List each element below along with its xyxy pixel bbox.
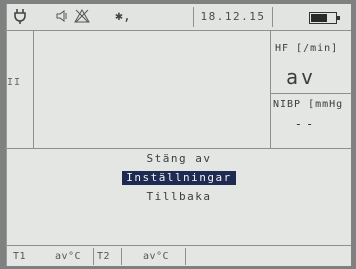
alarm-off-icon	[73, 8, 91, 24]
menu-area: Stäng av Inställningar Tillbaka	[7, 148, 351, 246]
date-display: 18.12.15	[193, 7, 273, 27]
lead-column: II	[7, 31, 34, 148]
t2-label: T2	[97, 251, 111, 262]
battery-level	[311, 14, 327, 22]
menu-item-label: Inställningar	[122, 171, 236, 185]
menu-item-tillbaka[interactable]: Tillbaka	[7, 190, 351, 204]
temperature-bar: T1 av°C T2 av°C	[7, 245, 351, 267]
status-bar: ✱, 18.12.15	[7, 4, 351, 31]
vitals-divider	[271, 93, 352, 94]
plug-icon	[11, 8, 29, 24]
t1-label: T1	[13, 251, 27, 262]
waveform-area	[34, 31, 270, 148]
t1-value: av°C	[55, 251, 82, 262]
battery-icon	[309, 12, 340, 24]
bluetooth-icon: ✱,	[115, 8, 131, 24]
t2-value: av°C	[143, 251, 170, 262]
lead-label: II	[7, 77, 22, 88]
menu-item-label: Stäng av	[146, 152, 212, 165]
nibp-label: NIBP [mmHg	[273, 99, 344, 110]
menu-item-installningar[interactable]: Inställningar	[7, 171, 351, 185]
monitor-screen: ✱, 18.12.15 II HF [/min] av NIBP [mmHg -…	[6, 4, 352, 267]
hf-label: HF [/min]	[275, 43, 339, 54]
menu-item-stang-av[interactable]: Stäng av	[7, 152, 351, 166]
vitals-panel: HF [/min] av NIBP [mmHg --	[270, 31, 352, 148]
nibp-value: --	[294, 117, 318, 131]
speaker-muted-icon	[55, 8, 69, 24]
hf-value: av	[285, 65, 317, 89]
menu-item-label: Tillbaka	[146, 190, 212, 203]
